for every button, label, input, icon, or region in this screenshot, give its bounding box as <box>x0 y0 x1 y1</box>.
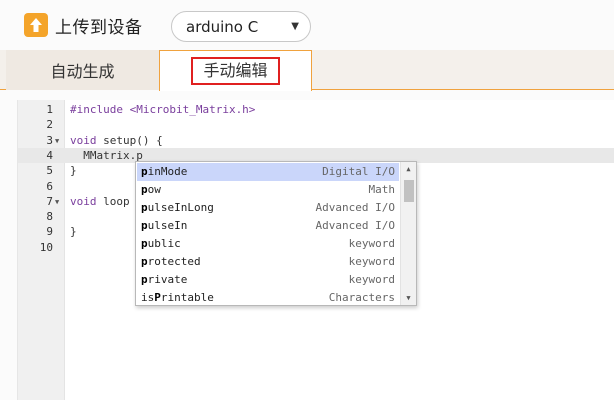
autocomplete-item-rest: rintable <box>160 291 214 304</box>
tab-manual-edit[interactable]: 手动编辑 <box>159 50 312 91</box>
upload-arrow-icon <box>24 13 48 37</box>
tab-bar: 自动生成 手动编辑 <box>0 50 614 91</box>
code-text: #include <Microbit_Matrix.h> <box>70 103 256 116</box>
upload-to-device-button[interactable]: 上传到设备 <box>24 11 143 39</box>
autocomplete-match: p <box>141 237 148 250</box>
autocomplete-item-type: Advanced I/O <box>315 219 395 232</box>
autocomplete-item-name: private <box>141 271 187 289</box>
autocomplete-match: p <box>141 165 148 178</box>
autocomplete-item-name: protected <box>141 253 201 271</box>
line-number: 10 <box>39 240 53 254</box>
autocomplete-item-name: pulseInLong <box>141 199 214 217</box>
autocomplete-item-rest: ulseInLong <box>147 201 214 214</box>
board-select[interactable]: arduino C ▼ <box>171 11 311 42</box>
autocomplete-match: p <box>141 201 148 214</box>
autocomplete-item-rest: inMode <box>147 165 188 178</box>
line-number: 2 <box>46 118 53 132</box>
autocomplete-match: p <box>141 273 148 286</box>
autocomplete-item[interactable]: pinMode Digital I/O <box>137 163 399 181</box>
autocomplete-popup[interactable]: pinMode Digital I/O pow Math pulseInLong Adva… <box>135 161 417 306</box>
autocomplete-scrollbar[interactable]: ▲ ▼ <box>400 162 416 305</box>
autocomplete-item-rest: ow <box>147 183 161 196</box>
toolbar: 上传到设备 arduino C ▼ <box>0 0 614 50</box>
autocomplete-item-type: keyword <box>348 273 395 286</box>
autocomplete-match: P <box>154 291 161 304</box>
chevron-down-icon: ▼ <box>291 21 299 32</box>
code-line[interactable]: 3 ▼ void setup() { <box>18 133 614 148</box>
autocomplete-item-type: Characters <box>328 291 395 304</box>
autocomplete-match: p <box>141 255 148 268</box>
autocomplete-item-rest: ublic <box>147 237 181 250</box>
line-number: 6 <box>46 179 53 193</box>
autocomplete-item[interactable]: private keyword <box>137 271 399 289</box>
autocomplete-item-type: Digital I/O <box>322 165 395 178</box>
autocomplete-item-prefix: is <box>141 291 155 304</box>
autocomplete-item-type: keyword <box>348 255 395 268</box>
autocomplete-item[interactable]: pow Math <box>137 181 399 199</box>
code-text: } <box>70 164 77 178</box>
fold-arrow-icon[interactable]: ▼ <box>55 195 59 210</box>
autocomplete-item-type: Advanced I/O <box>315 201 395 214</box>
fold-arrow-icon[interactable]: ▼ <box>55 134 59 149</box>
line-number: 7 <box>46 194 53 208</box>
autocomplete-item[interactable]: public keyword <box>137 235 399 253</box>
line-number: 9 <box>46 225 53 239</box>
autocomplete-item-name: pow <box>141 181 161 199</box>
tab-label: 自动生成 <box>50 62 115 81</box>
autocomplete-item[interactable]: pulseIn Advanced I/O <box>137 217 399 235</box>
autocomplete-item-rest: rivate <box>147 273 188 286</box>
code-line[interactable]: 1 #include <Microbit_Matrix.h> <box>18 102 614 117</box>
autocomplete-item[interactable]: pulseInLong Advanced I/O <box>137 199 399 217</box>
tab-auto-generate[interactable]: 自动生成 <box>6 50 159 90</box>
scrollbar-thumb[interactable] <box>404 180 414 202</box>
line-number: 4 <box>46 148 53 162</box>
autocomplete-item-name: isPrintable <box>141 289 214 307</box>
line-number: 1 <box>46 103 53 116</box>
board-select-value: arduino C <box>186 17 259 36</box>
autocomplete-item[interactable]: isPrintable Characters <box>137 289 399 307</box>
autocomplete-item-rest: ulseIn <box>147 219 188 232</box>
scroll-up-icon[interactable]: ▲ <box>401 165 416 173</box>
autocomplete-match: p <box>141 219 148 232</box>
tab-label: 手动编辑 <box>191 57 280 85</box>
autocomplete-item[interactable]: protected keyword <box>137 253 399 271</box>
upload-label: 上传到设备 <box>55 17 143 38</box>
line-number: 8 <box>46 210 53 224</box>
code-text: } <box>70 225 77 239</box>
line-number: 5 <box>46 164 53 178</box>
autocomplete-item-type: keyword <box>348 237 395 250</box>
code-text: void setup() { <box>70 133 163 147</box>
autocomplete-item-type: Math <box>368 183 396 196</box>
autocomplete-item-rest: rotected <box>147 255 201 268</box>
autocomplete-item-name: public <box>141 235 181 253</box>
autocomplete-item-name: pinMode <box>141 163 187 181</box>
code-text: void loop <box>70 194 130 208</box>
code-line[interactable]: 2 <box>18 117 614 132</box>
scroll-down-icon[interactable]: ▼ <box>401 294 416 302</box>
autocomplete-match: p <box>141 183 148 196</box>
line-number: 3 <box>46 133 53 147</box>
autocomplete-item-name: pulseIn <box>141 217 187 235</box>
code-text: MMatrix.p <box>70 148 143 162</box>
